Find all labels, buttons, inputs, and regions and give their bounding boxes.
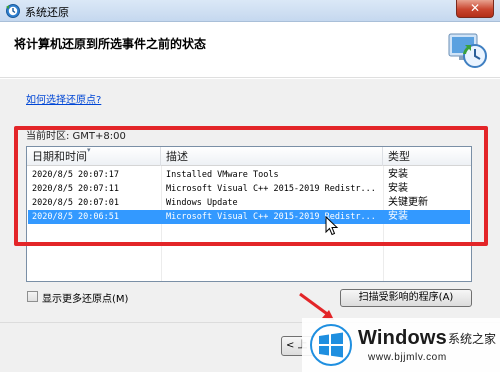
row-date: 2020/8/5 20:07:01 <box>32 198 119 208</box>
row-type: 关键更新 <box>388 197 428 208</box>
window-title: 系统还原 <box>25 6 69 19</box>
windows-logo-icon <box>310 324 352 366</box>
table-row-selected[interactable]: 2020/8/5 20:06:51 Microsoft Visual C++ 2… <box>28 210 470 224</box>
row-date: 2020/8/5 20:07:17 <box>32 170 119 180</box>
row-type: 安装 <box>388 211 408 222</box>
close-icon[interactable]: ✕ <box>470 1 480 15</box>
table-row[interactable]: 2020/8/5 20:07:17 Installed VMware Tools… <box>28 168 470 182</box>
column-header-type[interactable]: 类型 <box>383 147 471 166</box>
restore-point-list[interactable]: 日期和时间 ▾ 描述 类型 2020/8/5 20:07:17 Installe… <box>26 146 472 282</box>
row-description: Microsoft Visual C++ 2015-2019 Redistr..… <box>166 212 376 222</box>
row-date: 2020/8/5 20:06:51 <box>32 212 119 222</box>
row-description: Installed VMware Tools <box>166 170 279 180</box>
list-header: 日期和时间 ▾ 描述 类型 <box>27 147 471 166</box>
row-type: 安装 <box>388 183 408 194</box>
close-button[interactable]: ✕ <box>456 0 494 18</box>
show-more-label[interactable]: 显示更多还原点(M) <box>42 290 128 305</box>
scan-affected-programs-button[interactable]: 扫描受影响的程序(A) <box>340 289 472 307</box>
watermark-brand: Windows <box>358 327 447 349</box>
row-date: 2020/8/5 20:07:11 <box>32 184 119 194</box>
show-more-checkbox[interactable] <box>27 291 38 302</box>
timezone-label: 当前时区: GMT+8:00 <box>26 131 126 142</box>
mouse-cursor-icon <box>325 216 339 236</box>
page-title: 将计算机还原到所选事件之前的状态 <box>14 37 207 51</box>
column-label-date: 日期和时间 <box>32 150 87 163</box>
system-restore-icon <box>6 4 20 18</box>
row-description: Microsoft Visual C++ 2015-2019 Redistr..… <box>166 184 376 194</box>
table-row[interactable]: 2020/8/5 20:07:01 Windows Update 关键更新 <box>28 196 470 210</box>
watermark-site-name: 系统之家 <box>448 332 497 346</box>
column-label-description: 描述 <box>166 150 188 163</box>
title-bar: 系统还原 ✕ <box>0 0 500 22</box>
table-row[interactable]: 2020/8/5 20:07:11 Microsoft Visual C++ 2… <box>28 182 470 196</box>
restore-clock-icon <box>448 33 487 68</box>
column-header-description[interactable]: 描述 <box>161 147 383 166</box>
sort-arrow-icon: ▾ <box>87 146 91 154</box>
row-type: 安装 <box>388 169 408 180</box>
help-link[interactable]: 如何选择还原点? <box>26 91 101 106</box>
watermark-url: www.bjjmlv.com <box>368 352 447 363</box>
column-header-date[interactable]: 日期和时间 ▾ <box>27 147 161 166</box>
row-description: Windows Update <box>166 198 238 208</box>
wizard-header: 将计算机还原到所选事件之前的状态 <box>0 22 500 78</box>
column-label-type: 类型 <box>388 150 410 163</box>
